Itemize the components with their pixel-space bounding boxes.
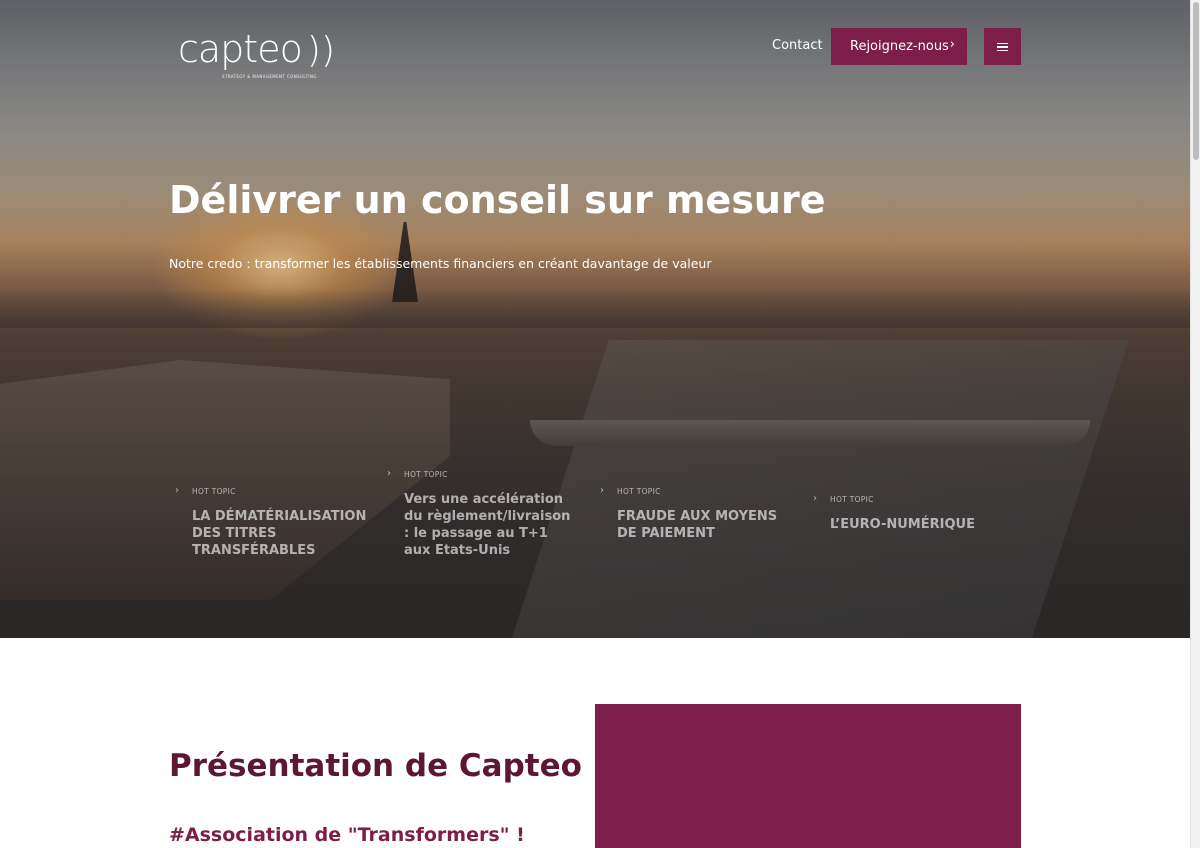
- chevron-right-icon: ›: [175, 485, 179, 496]
- join-us-label: Rejoignez-nous: [850, 39, 949, 54]
- presentation-title: Présentation de Capteo: [169, 748, 582, 784]
- menu-button[interactable]: [984, 28, 1021, 65]
- hamburger-menu-icon: [997, 42, 1008, 51]
- contact-link[interactable]: Contact: [772, 38, 823, 53]
- hero-overlay: [0, 0, 1190, 638]
- hot-topic-title: Vers une accélération du règlement/livra…: [404, 492, 571, 558]
- hot-topic-label: HOT TOPIC: [404, 470, 448, 479]
- page-scrollbar[interactable]: [1190, 0, 1200, 848]
- logo[interactable]: capteo )) STRATEGY & MANAGEMENT CONSULTI…: [178, 27, 336, 79]
- hot-topic-title: LA DÉMATÉRIALISATION DES TITRES TRANSFÉR…: [192, 509, 367, 558]
- hero-title: Délivrer un conseil sur mesure: [169, 178, 826, 222]
- chevron-right-icon: ›: [600, 485, 604, 496]
- presentation-media-block: [595, 704, 1021, 848]
- logo-wordmark: capteo: [178, 27, 303, 71]
- hot-topic-label: HOT TOPIC: [617, 487, 661, 496]
- hot-topic-card[interactable]: › HOT TOPIC Vers une accélération du règ…: [387, 468, 574, 559]
- hot-topic-card[interactable]: › HOT TOPIC LA DÉMATÉRIALISATION DES TIT…: [175, 485, 377, 559]
- presentation-subtitle: #Association de "Transformers" !: [169, 824, 525, 846]
- scrollbar-thumb[interactable]: [1193, 2, 1199, 160]
- logo-mark: )): [306, 30, 336, 71]
- hot-topic-title: L’EURO-NUMÉRIQUE: [830, 517, 975, 532]
- hot-topic-label: HOT TOPIC: [830, 495, 874, 504]
- hot-topic-card[interactable]: › HOT TOPIC FRAUDE AUX MOYENS DE PAIEMEN…: [600, 485, 787, 542]
- hero-section: capteo )) STRATEGY & MANAGEMENT CONSULTI…: [0, 0, 1190, 638]
- chevron-right-icon: ›: [387, 468, 391, 479]
- hot-topic-card[interactable]: › HOT TOPIC L’EURO-NUMÉRIQUE: [813, 493, 1015, 533]
- hot-topic-label: HOT TOPIC: [192, 487, 236, 496]
- hot-topic-title: FRAUDE AUX MOYENS DE PAIEMENT: [617, 509, 778, 541]
- logo-tagline: STRATEGY & MANAGEMENT CONSULTING: [222, 74, 317, 79]
- chevron-right-icon: ›: [949, 37, 955, 52]
- hero-subtitle: Notre credo : transformer les établissem…: [169, 256, 712, 271]
- join-us-button[interactable]: Rejoignez-nous ›: [831, 28, 967, 65]
- chevron-right-icon: ›: [813, 493, 817, 504]
